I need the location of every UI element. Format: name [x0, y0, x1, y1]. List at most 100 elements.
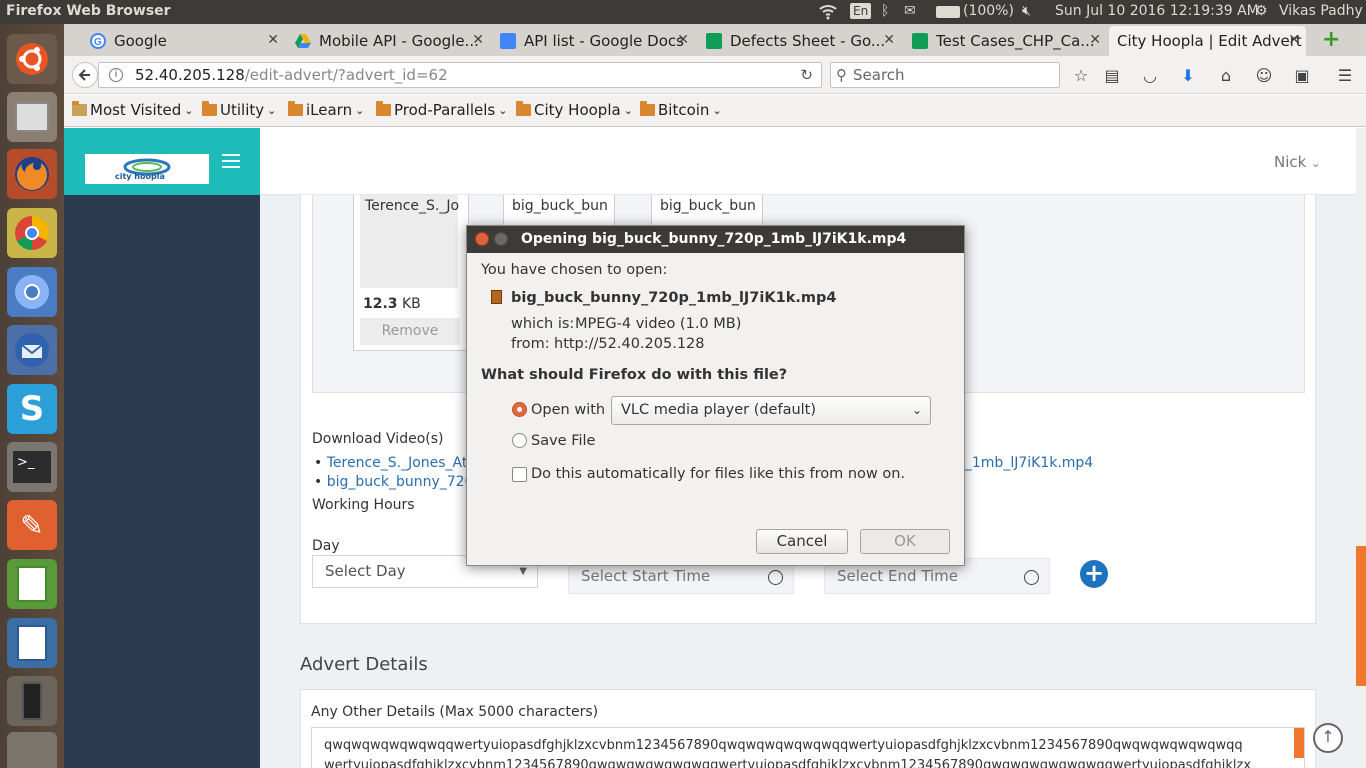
screenshot-icon[interactable]: ▣: [1291, 64, 1313, 86]
tab-city-hoopla[interactable]: City Hoopla | Edit Advert ✕: [1109, 26, 1306, 56]
user-menu-label: Nick: [1274, 153, 1307, 171]
bookmark-label: Prod-Parallels: [394, 101, 496, 119]
download-link[interactable]: Terence_S._Jones_Atla: [327, 455, 480, 471]
reading-list-icon[interactable]: ▤: [1101, 64, 1123, 86]
dialog-titlebar: Opening big_buck_bunny_720p_1mb_lJ7iK1k.…: [467, 226, 964, 253]
drive-icon[interactable]: [7, 732, 57, 768]
mail-icon[interactable]: ✉: [904, 3, 916, 19]
user-name[interactable]: Vikas Padhy: [1279, 3, 1363, 19]
advert-details-card: Any Other Details (Max 5000 characters) …: [300, 689, 1316, 768]
sheets-favicon-icon: [912, 33, 928, 49]
calc-icon[interactable]: [7, 559, 57, 609]
user-menu[interactable]: Nick ⌄: [1274, 153, 1320, 171]
list-item: • Terence_S._Jones_Atla: [314, 455, 480, 471]
skype-icon[interactable]: S: [7, 384, 57, 434]
chat-icon[interactable]: ☺: [1253, 64, 1275, 86]
hamburger-menu-icon[interactable]: ☰: [1334, 64, 1356, 86]
files-icon[interactable]: [7, 92, 57, 142]
logo[interactable]: city hoopla: [85, 154, 209, 184]
bookmark-prod-parallels[interactable]: Prod-Parallels ⌄: [376, 101, 507, 119]
url-host: 52.40.205.128: [135, 66, 245, 84]
file-size: 12.3 KB: [363, 296, 421, 312]
reload-icon[interactable]: ↻: [800, 63, 813, 87]
bluetooth-icon[interactable]: ᛒ: [881, 3, 889, 19]
pocket-icon[interactable]: ◡: [1139, 64, 1161, 86]
downloads-icon[interactable]: ⬇: [1177, 64, 1199, 86]
save-file-label[interactable]: Save File: [531, 433, 595, 449]
file-size-unit: KB: [402, 296, 421, 312]
battery-text[interactable]: (100%): [963, 3, 1014, 19]
folder-icon: [516, 101, 531, 116]
chrome-icon[interactable]: [7, 208, 57, 258]
close-icon[interactable]: ✕: [1288, 32, 1300, 48]
bookmark-utility[interactable]: Utility ⌄: [202, 101, 276, 119]
ubuntu-dash-icon[interactable]: [7, 34, 57, 84]
chevron-down-icon: ⌄: [267, 103, 277, 117]
close-window-icon[interactable]: [475, 232, 489, 246]
remove-button[interactable]: Remove: [360, 318, 460, 345]
chromium-icon[interactable]: [7, 267, 57, 317]
logo-area: city hoopla: [64, 128, 260, 195]
scroll-to-top-icon[interactable]: ↑: [1313, 723, 1343, 753]
phone-device-icon[interactable]: [7, 676, 57, 726]
home-icon[interactable]: ⌂: [1215, 64, 1237, 86]
thunderbird-icon[interactable]: [7, 325, 57, 375]
close-icon[interactable]: ✕: [1089, 32, 1101, 48]
tab-mobile-api[interactable]: Mobile API - Google... ✕: [287, 26, 490, 56]
working-hours-label: Working Hours: [312, 497, 415, 513]
battery-icon[interactable]: [936, 6, 960, 18]
close-icon[interactable]: ✕: [472, 32, 484, 48]
auto-checkbox[interactable]: [512, 467, 527, 482]
tab-defects-sheet[interactable]: Defects Sheet - Go... ✕: [698, 26, 901, 56]
close-icon[interactable]: ✕: [677, 32, 689, 48]
textarea-scrollbar[interactable]: [1294, 728, 1304, 758]
tab-google[interactable]: G Google ✕: [82, 26, 285, 56]
add-hours-plus-icon[interactable]: +: [1080, 560, 1108, 588]
hamburger-icon[interactable]: [222, 154, 240, 168]
chevron-down-icon: ⌄: [911, 403, 922, 417]
info-icon[interactable]: i: [109, 68, 123, 82]
bookmark-label: Utility: [220, 101, 265, 119]
firefox-icon[interactable]: [7, 149, 57, 199]
auto-checkbox-label[interactable]: Do this automatically for files like thi…: [531, 466, 905, 482]
file-name: Terence_S._Jo: [365, 198, 460, 214]
bookmark-city-hoopla[interactable]: City Hoopla ⌄: [516, 101, 633, 119]
page-scrollbar[interactable]: [1356, 128, 1366, 768]
close-icon[interactable]: ✕: [267, 32, 279, 48]
bookmark-most-visited[interactable]: Most Visited ⌄: [72, 101, 194, 119]
tab-api-list[interactable]: API list - Google Docs ✕: [492, 26, 695, 56]
ok-button[interactable]: OK: [860, 529, 950, 554]
bookmark-star-icon[interactable]: ☆: [1070, 64, 1092, 86]
bookmark-ilearn[interactable]: iLearn ⌄: [288, 101, 364, 119]
open-with-label[interactable]: Open with: [531, 402, 605, 418]
url-bar[interactable]: i 52.40.205.128/edit-advert/?advert_id=6…: [98, 62, 822, 88]
download-link[interactable]: big_buck_bunny_720p: [327, 474, 483, 490]
application-select-value: VLC media player (default): [621, 402, 817, 418]
bookmark-bitcoin[interactable]: Bitcoin ⌄: [640, 101, 722, 119]
minimize-window-icon[interactable]: [494, 232, 508, 246]
cancel-button[interactable]: Cancel: [756, 529, 848, 554]
wifi-icon[interactable]: [818, 2, 838, 24]
application-select[interactable]: VLC media player (default) ⌄: [611, 396, 931, 425]
launcher: S >_ ✎: [0, 24, 64, 768]
new-tab-plus-icon[interactable]: +: [1322, 27, 1340, 52]
bookmark-label: iLearn: [306, 101, 353, 119]
close-icon[interactable]: ✕: [883, 32, 895, 48]
tab-test-cases[interactable]: Test Cases_CHP_Ca... ✕: [904, 26, 1107, 56]
page-scrollbar-thumb[interactable]: [1356, 546, 1366, 686]
sheets-favicon-icon: [706, 33, 722, 49]
writer-icon[interactable]: [7, 618, 57, 668]
download-link[interactable]: p_1mb_lJ7iK1k.mp4: [956, 455, 1093, 471]
terminal-icon[interactable]: >_: [7, 442, 57, 492]
save-file-radio[interactable]: [512, 433, 527, 448]
volume-icon[interactable]: 🔇︎: [1022, 3, 1031, 19]
other-details-textarea[interactable]: qwqwqwqwqwqwqqwertyuiopasdfghjklzxcvbnm1…: [311, 727, 1305, 768]
search-input[interactable]: ⚲ Search: [830, 62, 1060, 88]
chevron-down-icon: ⌄: [623, 103, 633, 117]
open-with-radio[interactable]: [512, 402, 527, 417]
keyboard-layout-indicator[interactable]: En: [850, 3, 872, 19]
gear-icon[interactable]: ⚙: [1255, 3, 1268, 19]
postman-icon[interactable]: ✎: [7, 500, 57, 550]
back-icon[interactable]: [72, 62, 98, 88]
clock[interactable]: Sun Jul 10 2016 12:19:39 AM: [1055, 3, 1259, 19]
